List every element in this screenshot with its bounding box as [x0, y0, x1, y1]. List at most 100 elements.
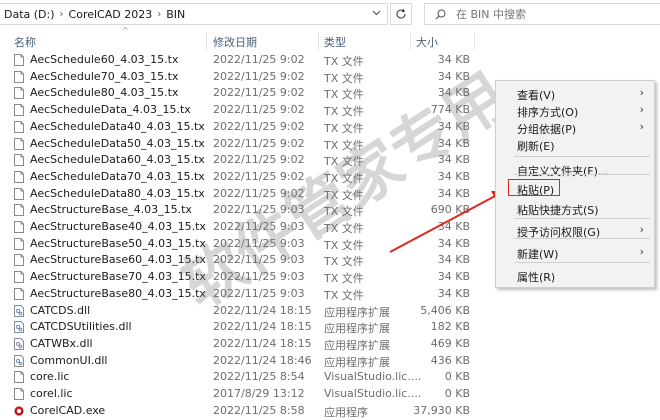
file-date: 2022/11/24 18:15	[213, 320, 312, 334]
file-name: core.lic	[30, 370, 70, 384]
menu-item-label: 排序方式(O)	[517, 106, 579, 119]
paste-highlight-box	[508, 179, 560, 196]
file-name: CommonUI.dll	[30, 353, 108, 367]
file-date: 2022/11/25 9:02	[213, 153, 305, 167]
breadcrumb-current[interactable]: BIN	[166, 8, 185, 21]
menu-separator	[514, 262, 650, 263]
file-type: TX 文件	[324, 238, 364, 252]
menu-item[interactable]: 分组依据(P) ›	[496, 119, 654, 136]
file-size: 34 KB	[437, 136, 470, 150]
file-type: 应用程序	[324, 405, 368, 419]
column-type-header[interactable]: 类型	[324, 34, 346, 50]
file-name: AecScheduleData50_4.03_15.tx	[30, 136, 205, 150]
breadcrumb-separator-icon: ›	[157, 8, 162, 20]
document-file-icon	[14, 187, 24, 200]
file-size: 34 KB	[437, 53, 470, 66]
file-name: AecScheduleData70_4.03_15.tx	[30, 169, 205, 183]
file-date: 2022/11/25 9:02	[213, 103, 305, 117]
search-box[interactable]	[424, 3, 660, 25]
file-type: TX 文件	[324, 272, 364, 286]
menu-item[interactable]: 新建(W) ›	[496, 244, 654, 261]
file-row[interactable]: CorelCAD.exe 2022/11/25 8:58 应用程序 37,930 KB	[0, 403, 660, 420]
chevron-right-icon: ›	[639, 103, 644, 116]
menu-item[interactable]: 自定义文件夹(F)...	[496, 161, 654, 178]
file-date: 2022/11/25 9:02	[213, 169, 305, 183]
file-name: AecStructureBase50_4.03_15.tx	[30, 236, 206, 250]
file-name: AecStructureBase_4.03_15.tx	[30, 203, 192, 217]
file-name: CATCDSUtilities.dll	[30, 320, 132, 334]
file-name: AecStructureBase60_4.03_15.tx	[30, 253, 206, 267]
file-row[interactable]: CommonUI.dll 2022/11/24 18:46 应用程序扩展 436 KB	[0, 353, 660, 370]
dll-file-icon	[14, 304, 24, 317]
search-input[interactable]	[454, 6, 638, 22]
file-date: 2022/11/25 9:03	[213, 220, 305, 233]
file-type: TX 文件	[324, 55, 364, 68]
column-divider[interactable]	[474, 32, 475, 50]
file-row[interactable]: CATCDS.dll 2022/11/24 18:15 应用程序扩展 5,406 KB	[0, 303, 660, 320]
document-file-icon	[14, 104, 24, 117]
column-name-header[interactable]: 名称	[14, 34, 36, 50]
file-row[interactable]: AecSchedule60_4.03_15.tx 2022/11/25 9:02 T…	[0, 52, 660, 69]
document-file-icon	[14, 271, 24, 284]
file-row[interactable]: CATCDSUtilities.dll 2022/11/24 18:15 应用程序扩…	[0, 319, 660, 336]
file-name: AecScheduleData40_4.03_15.tx	[30, 119, 205, 133]
refresh-button[interactable]	[390, 3, 412, 25]
column-date-header[interactable]: 修改日期	[213, 34, 257, 50]
file-row[interactable]: CATWBx.dll 2022/11/24 18:15 应用程序扩展 469 KB	[0, 336, 660, 353]
menu-item[interactable]: 刷新(E)	[496, 136, 654, 153]
file-date: 2022/11/24 18:15	[213, 303, 312, 317]
sort-ascending-icon: ^	[122, 26, 129, 35]
chevron-down-icon[interactable]	[372, 8, 381, 20]
file-size: 182 KB	[430, 320, 470, 334]
chevron-right-icon: ›	[639, 223, 644, 236]
document-file-icon	[14, 170, 24, 183]
file-row[interactable]: AecStructureBase80_4.03_15.tx 2022/11/25 …	[0, 286, 660, 303]
menu-separator	[514, 174, 650, 175]
menu-item-label: 属性(R)	[517, 271, 556, 284]
menu-item-label: 分组依据(P)	[517, 123, 577, 136]
menu-item[interactable]: 粘贴快捷方式(S)	[496, 200, 654, 217]
column-divider[interactable]	[318, 32, 319, 50]
menu-item[interactable]: 授予访问权限(G) ›	[496, 222, 654, 239]
file-name: AecStructureBase70_4.03_15.tx	[30, 270, 206, 284]
document-file-icon	[14, 287, 24, 300]
column-divider[interactable]	[410, 32, 411, 50]
address-bar[interactable]: Data (D:) › CorelCAD 2023 › BIN	[0, 3, 388, 25]
file-date: 2022/11/24 18:15	[213, 336, 312, 350]
file-size: 5,406 KB	[420, 303, 470, 317]
column-divider[interactable]	[206, 32, 207, 50]
file-row[interactable]: core.lic 2022/11/25 8:54 VisualStudio.lic.…	[0, 369, 660, 386]
file-date: 2022/11/25 9:03	[213, 253, 305, 267]
menu-item[interactable]: 属性(R)	[496, 267, 654, 284]
column-size-header[interactable]: 大小	[416, 34, 438, 50]
menu-separator	[514, 218, 650, 219]
file-size: 0 KB	[444, 370, 470, 384]
document-file-icon	[14, 371, 24, 384]
file-size: 34 KB	[437, 169, 470, 183]
file-size: 690 KB	[430, 203, 470, 217]
breadcrumb-drive[interactable]: Data (D:)	[4, 8, 55, 21]
file-type: TX 文件	[324, 288, 364, 302]
file-date: 2022/11/25 9:02	[213, 86, 305, 100]
breadcrumb-folder[interactable]: CorelCAD 2023	[69, 8, 153, 21]
chevron-right-icon: ›	[639, 120, 644, 133]
file-date: 2022/11/25 9:03	[213, 203, 305, 217]
menu-item[interactable]: 排序方式(O) ›	[496, 102, 654, 119]
file-size: 37,930 KB	[413, 403, 470, 417]
file-row[interactable]: corel.lic 2017/8/29 13:12 VisualStudio.lic…	[0, 386, 660, 403]
document-file-icon	[14, 388, 24, 400]
document-file-icon	[14, 87, 24, 100]
file-type: TX 文件	[324, 255, 364, 269]
chevron-right-icon: ›	[639, 86, 644, 99]
file-name: CATWBx.dll	[30, 336, 93, 350]
file-type: 应用程序扩展	[324, 355, 390, 369]
menu-item[interactable]: 查看(V) ›	[496, 85, 654, 102]
file-type: VisualStudio.lic....	[324, 387, 422, 400]
file-type: TX 文件	[324, 105, 364, 119]
dll-file-icon	[14, 337, 24, 350]
file-date: 2022/11/25 8:58	[213, 403, 305, 417]
breadcrumb-separator-icon: ›	[59, 8, 64, 20]
file-type: TX 文件	[324, 205, 364, 219]
menu-item-label: 查看(V)	[517, 89, 556, 102]
file-name: AecScheduleData_4.03_15.tx	[30, 103, 191, 117]
